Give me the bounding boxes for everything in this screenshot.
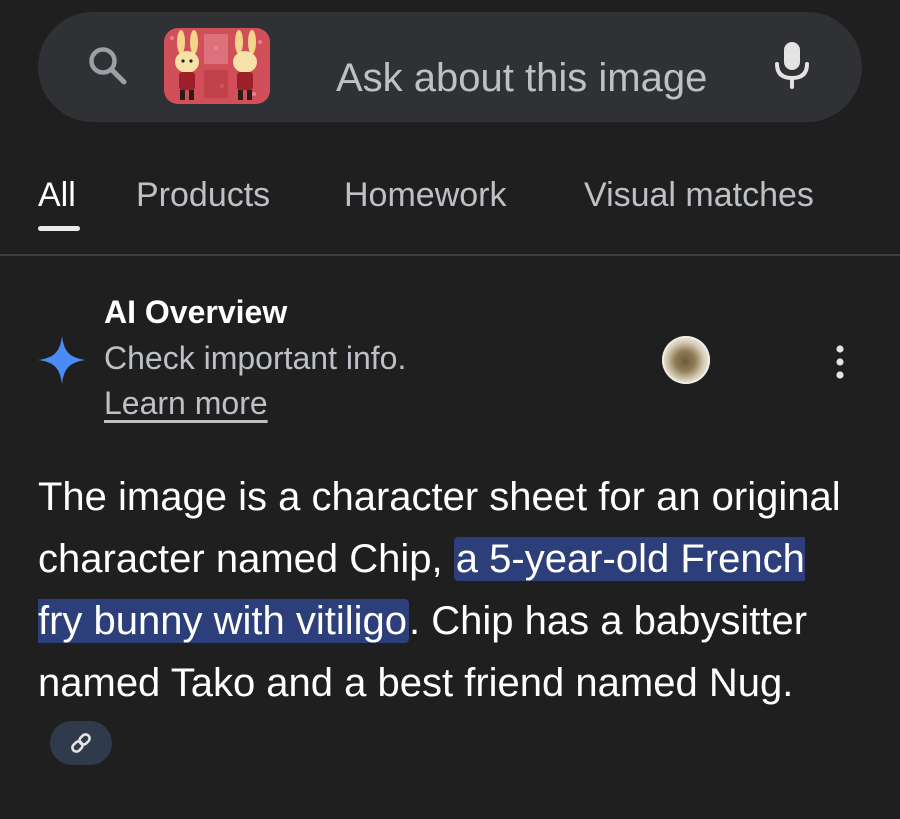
- ai-overview-subtitle: Check important info.: [104, 340, 407, 376]
- avatar[interactable]: [662, 336, 710, 384]
- sparkle-icon: [38, 336, 86, 384]
- mic-icon[interactable]: [770, 40, 814, 90]
- tab-visual-matches[interactable]: Visual matches: [584, 176, 814, 215]
- source-link-button[interactable]: [50, 721, 112, 766]
- page: All Products Homework Visual matches AI …: [0, 0, 900, 819]
- result-tabs: All Products Homework Visual matches: [0, 160, 900, 256]
- link-icon: [71, 733, 91, 754]
- search-input[interactable]: [336, 52, 776, 104]
- active-tab-indicator: [38, 226, 80, 231]
- tab-products[interactable]: Products: [136, 176, 270, 215]
- learn-more-link[interactable]: Learn more: [104, 385, 268, 422]
- tab-all[interactable]: All: [38, 176, 76, 215]
- ai-overview-text: The image is a character sheet for an or…: [38, 466, 858, 776]
- search-bar[interactable]: [38, 12, 862, 122]
- query-image-thumbnail[interactable]: [164, 28, 270, 104]
- more-vert-icon[interactable]: [826, 342, 854, 382]
- tab-homework[interactable]: Homework: [344, 176, 506, 215]
- ai-overview-title: AI Overview: [104, 294, 288, 330]
- search-icon[interactable]: [86, 44, 130, 88]
